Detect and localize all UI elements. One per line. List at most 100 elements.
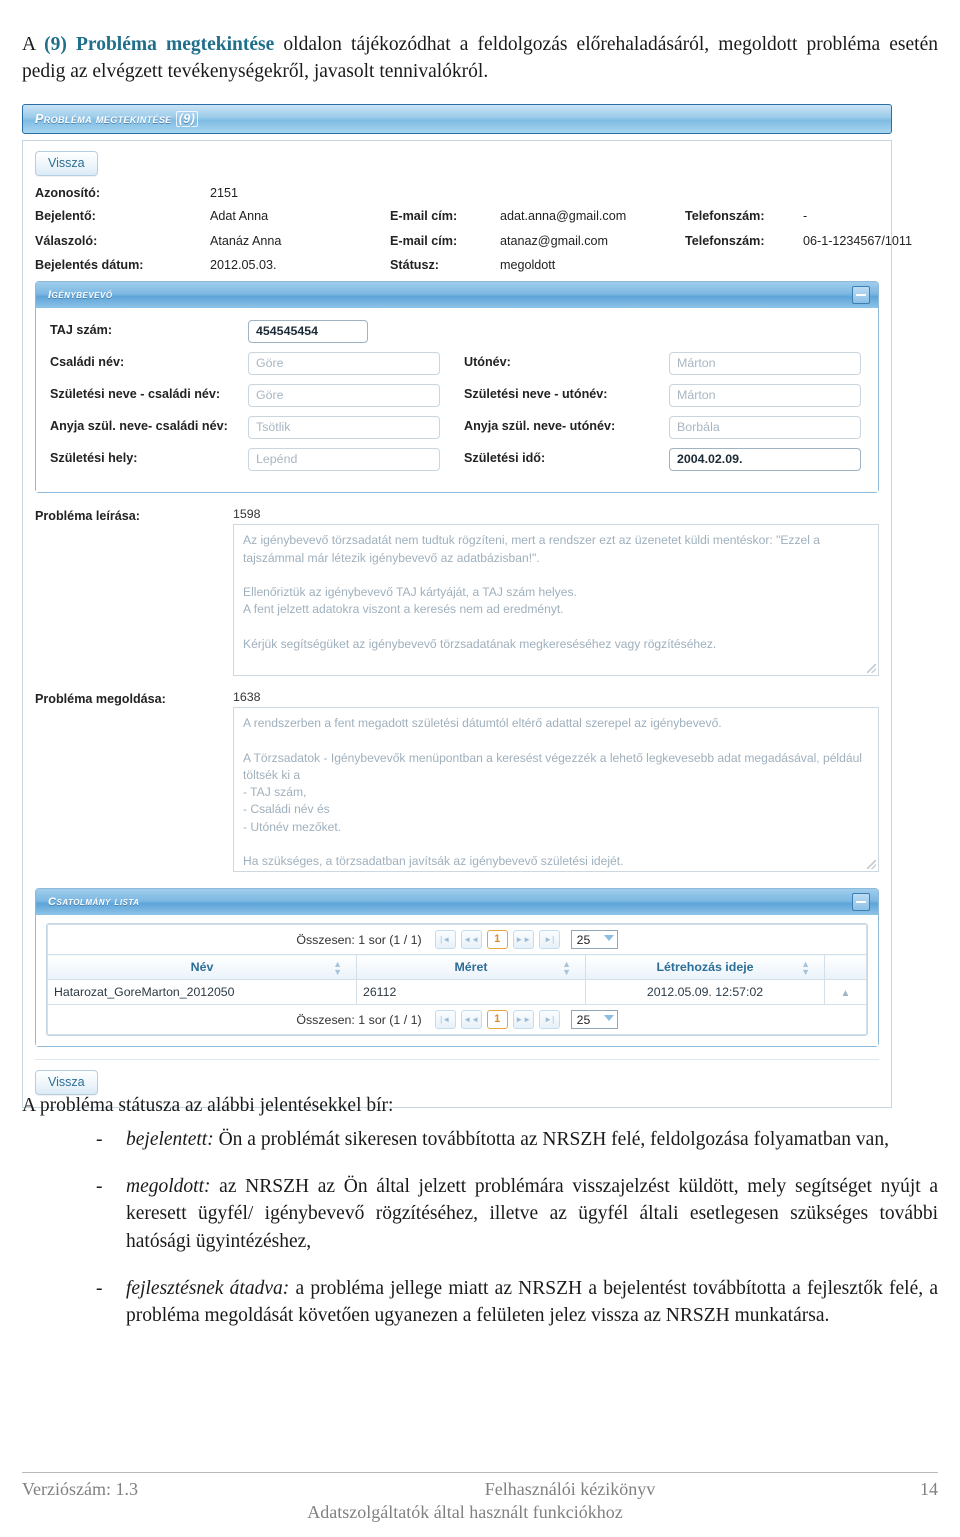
current-page-button[interactable]: 1 [486, 930, 508, 950]
minus-icon[interactable] [852, 893, 870, 912]
description-textarea[interactable]: Az igénybevevő törzsadatát nem tudtuk rö… [233, 524, 879, 677]
responder-phone-value: 06-1-1234567/1011 [803, 233, 913, 248]
last-page-icon[interactable]: ►| [538, 930, 560, 950]
current-page-button[interactable]: 1 [486, 1010, 508, 1030]
minus-icon[interactable] [852, 286, 870, 305]
birth-date-input[interactable]: 2004.02.09. [669, 448, 861, 472]
family-name-input[interactable]: Göre [248, 352, 440, 376]
last-page-icon[interactable]: ►| [538, 1010, 560, 1030]
status-value: megoldott [500, 258, 556, 273]
page-title-bar: Probléma megtekintése (9) [22, 104, 892, 134]
sort-icon[interactable]: ▲ ▼ [333, 960, 342, 977]
responder-label: Válaszoló: [35, 233, 98, 248]
solution-row: Probléma megoldása: 1638 A rendszerben a… [35, 690, 879, 873]
bullet-term: bejelentett: [126, 1129, 214, 1150]
column-header-created-label: Létrehozás ideje [656, 960, 754, 975]
solution-label: Probléma megoldása: [35, 692, 166, 707]
row-action-cell[interactable]: ▲ [824, 979, 867, 1006]
back-button-top[interactable]: Vissza [35, 151, 98, 176]
page-size-select-bottom[interactable]: 25 [570, 1010, 618, 1030]
identifier-label: Azonosító: [35, 186, 101, 200]
reporter-phone-value: - [803, 209, 808, 223]
page-size-select-top[interactable]: 25 [570, 930, 618, 950]
birth-given-name-input[interactable]: Márton [669, 384, 861, 408]
taj-label: TAJ szám: [50, 323, 113, 338]
field-row-birth-place: Születési hely: Lepénd Születési idő: 20… [50, 448, 866, 472]
status-bullet-list: - bejelentett: Ön a problémát sikeresen … [96, 1126, 938, 1349]
bullet-dash: - [96, 1277, 103, 1299]
page-title-text: Probléma megtekintése [35, 112, 172, 126]
pager-bottom: Összesen: 1 sor (1 / 1) |◄ ◄◄ 1 ►► ►| 25 [54, 1010, 860, 1030]
page-title-count: (9) [175, 111, 199, 127]
birth-given-name-label: Születési neve - utónév: [464, 387, 608, 402]
bullet-body: fejlesztésnek átadva: a probléma jellege… [126, 1275, 938, 1330]
attachment-table-wrapper: Összesen: 1 sor (1 / 1) |◄ ◄◄ 1 ►► ►| 25 [46, 923, 868, 1037]
bullet-body: megoldott: az NRSZH az Ön által jelzett … [126, 1173, 938, 1256]
meta-row-date-status: Bejelentés dátum: 2012.05.03. Státusz: m… [35, 258, 879, 272]
birth-family-name-input[interactable]: Göre [248, 384, 440, 408]
attachment-panel: Csatolmány lista Összesen: 1 sor (1 / 1)… [35, 888, 879, 1048]
bullet-dash: - [96, 1175, 103, 1197]
column-header-name[interactable]: Név ▲ ▼ [47, 954, 357, 981]
first-page-icon[interactable]: |◄ [434, 930, 456, 950]
problem-view-panel: Vissza Azonosító: 2151 Bejelentő: Adat A… [22, 140, 912, 1109]
footer-page-number: 14 [920, 1479, 938, 1499]
birth-place-input[interactable]: Lepénd [248, 448, 440, 472]
reporter-phone-label: Telefonszám: [685, 209, 765, 223]
description-row: Probléma leírása: 1598 Az igénybevevő tö… [35, 507, 879, 677]
family-name-label: Családi név: [50, 355, 125, 370]
client-panel-title: Igénybevevő [48, 289, 113, 302]
meta-row-id: Azonosító: 2151 [35, 186, 879, 200]
bottom-action-bar: Vissza [35, 1059, 879, 1096]
given-name-input[interactable]: Márton [669, 352, 861, 376]
attachment-table: Összesen: 1 sor (1 / 1) |◄ ◄◄ 1 ►► ►| 25 [47, 924, 867, 1036]
sort-icon[interactable]: ▲ ▼ [562, 960, 571, 977]
list-item: - bejelentett: Ön a problémát sikeresen … [96, 1126, 938, 1154]
taj-input[interactable]: 454545454 [248, 320, 368, 344]
chevron-down-icon [603, 935, 614, 942]
field-row-birth-name: Születési neve - családi név: Göre Szüle… [50, 384, 866, 408]
page-size-value-top: 25 [576, 932, 591, 947]
column-header-actions [824, 954, 867, 981]
bullet-text: az NRSZH az Ön által jelzett problémára … [126, 1175, 938, 1253]
pager-total-top: Összesen: 1 sor (1 / 1) [296, 932, 422, 947]
sort-icon[interactable]: ▲ ▼ [801, 960, 810, 977]
first-page-icon[interactable]: |◄ [434, 1010, 456, 1030]
column-header-size-label: Méret [454, 960, 488, 975]
table-row[interactable]: Hatarozat_GoreMarton_2012050 26112 2012.… [47, 979, 867, 1006]
birth-place-label: Születési hely: [50, 451, 138, 466]
mother-given-name-input[interactable]: Borbála [669, 416, 861, 440]
bullet-term: fejlesztésnek átadva: [126, 1277, 290, 1299]
solution-textarea[interactable]: A rendszerben a fent megadott születési … [233, 707, 879, 873]
chevron-down-icon [603, 1015, 614, 1022]
client-panel-body: TAJ szám: 454545454 Családi név: Göre Ut… [36, 308, 878, 493]
next-page-icon[interactable]: ►► [512, 1010, 534, 1030]
mother-family-name-input[interactable]: Tsötlik [248, 416, 440, 440]
prev-page-icon[interactable]: ◄◄ [460, 1010, 482, 1030]
status-lead-paragraph: A probléma státusza az alábbi jelentések… [22, 1095, 394, 1116]
bullet-dash: - [96, 1129, 103, 1150]
cell-attachment-created: 2012.05.09. 12:57:02 [585, 979, 825, 1006]
column-header-created[interactable]: Létrehozás ideje ▲ ▼ [585, 954, 825, 981]
bullet-term: megoldott: [126, 1175, 211, 1197]
description-label: Probléma leírása: [35, 509, 140, 524]
reporter-email-value: adat.anna@gmail.com [500, 209, 627, 223]
page-footer: Verziószám: 1.3 Felhasználói kézikönyv 1… [22, 1472, 938, 1523]
list-item: - megoldott: az NRSZH az Ön által jelzet… [96, 1173, 938, 1256]
column-header-name-label: Név [190, 960, 214, 975]
given-name-label: Utónév: [464, 355, 511, 370]
cell-attachment-name[interactable]: Hatarozat_GoreMarton_2012050 [47, 979, 357, 1006]
problem-meta: Azonosító: 2151 Bejelentő: Adat Anna E-m… [35, 186, 912, 272]
meta-row-reporter: Bejelentő: Adat Anna E-mail cím: adat.an… [35, 209, 879, 225]
intro-text-before: A [22, 34, 45, 55]
prev-page-icon[interactable]: ◄◄ [460, 930, 482, 950]
column-header-size[interactable]: Méret ▲ ▼ [356, 954, 586, 981]
responder-email-value: atanaz@gmail.com [500, 233, 608, 248]
next-page-icon[interactable]: ►► [512, 930, 534, 950]
pager-row-top: Összesen: 1 sor (1 / 1) |◄ ◄◄ 1 ►► ►| 25 [47, 924, 867, 956]
reporter-label: Bejelentő: [35, 209, 96, 223]
client-panel: Igénybevevő TAJ szám: 454545454 Családi … [35, 281, 879, 494]
pager-top: Összesen: 1 sor (1 / 1) |◄ ◄◄ 1 ►► ►| 25 [54, 930, 860, 950]
caret-up-icon[interactable]: ▲ [841, 988, 851, 999]
pager-row-bottom: Összesen: 1 sor (1 / 1) |◄ ◄◄ 1 ►► ►| 25 [47, 1004, 867, 1036]
